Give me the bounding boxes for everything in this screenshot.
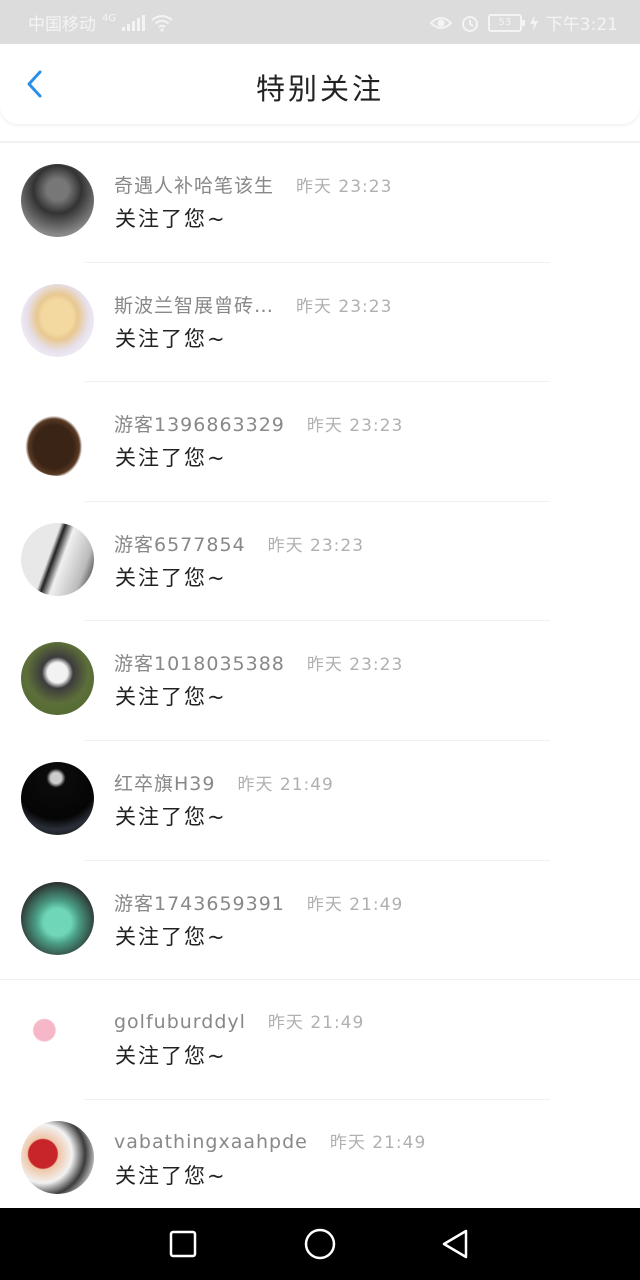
list-item[interactable]: 红卒旗H39 昨天 21:49 关注了您~ xyxy=(0,741,640,861)
avatar[interactable] xyxy=(21,403,94,477)
timestamp: 昨天 23:23 xyxy=(306,416,404,437)
avatar[interactable] xyxy=(21,1001,94,1075)
timestamp: 昨天 23:23 xyxy=(267,535,365,556)
carrier-label: 中国移动 xyxy=(28,15,96,35)
message-text: 关注了您~ xyxy=(115,804,227,829)
user-name[interactable]: 红卒旗H39 xyxy=(114,769,215,796)
user-name[interactable]: 奇遇人补哈笔该生 xyxy=(114,171,274,198)
status-left: 中国移动 4G xyxy=(28,10,173,35)
message-text: 关注了您~ xyxy=(115,924,227,949)
avatar[interactable] xyxy=(21,522,94,596)
timestamp: 昨天 23:23 xyxy=(306,655,404,676)
home-button[interactable] xyxy=(302,1226,338,1262)
name-line: 奇遇人补哈笔该生 昨天 23:23 xyxy=(114,171,392,198)
name-line: 红卒旗H39 昨天 21:49 xyxy=(114,769,334,796)
user-name[interactable]: vabathingxaahpde xyxy=(114,1131,308,1153)
name-line: vabathingxaahpde 昨天 21:49 xyxy=(114,1128,426,1153)
message-text: 关注了您~ xyxy=(115,685,227,710)
list-item[interactable]: 游客1396863329 昨天 23:23 关注了您~ xyxy=(0,382,640,502)
timestamp: 昨天 21:49 xyxy=(237,774,334,795)
message-text: 关注了您~ xyxy=(115,446,227,471)
triangle-back-icon xyxy=(442,1229,468,1259)
name-line: golfuburddyl 昨天 21:49 xyxy=(114,1008,364,1033)
timestamp: 昨天 23:23 xyxy=(296,177,393,197)
list-item[interactable]: vabathingxaahpde 昨天 21:49 关注了您~ xyxy=(0,1100,640,1220)
name-line: 游客1396863329 昨天 23:23 xyxy=(114,410,403,437)
signal-icon xyxy=(122,14,146,31)
user-name[interactable]: 游客1743659391 xyxy=(114,889,285,916)
list-item[interactable]: 游客1743659391 昨天 21:49 关注了您~ xyxy=(0,861,640,981)
avatar[interactable] xyxy=(21,1120,94,1194)
avatar[interactable] xyxy=(21,761,94,835)
name-line: 游客1743659391 昨天 21:49 xyxy=(114,889,403,916)
wifi-icon xyxy=(151,14,173,32)
avatar[interactable] xyxy=(21,881,94,955)
list-item[interactable]: 游客6577854 昨天 23:23 关注了您~ xyxy=(0,502,640,622)
timestamp: 昨天 21:49 xyxy=(329,1132,427,1153)
list-item[interactable]: 斯波兰智展曾砖… 昨天 23:23 关注了您~ xyxy=(0,263,640,383)
user-name[interactable]: 游客1396863329 xyxy=(114,410,285,437)
avatar[interactable] xyxy=(21,642,94,716)
list-item[interactable]: 游客1018035388 昨天 23:23 关注了您~ xyxy=(0,621,640,741)
timestamp: 昨天 21:49 xyxy=(306,894,404,915)
back-nav-button[interactable] xyxy=(438,1226,474,1262)
circle-icon xyxy=(304,1228,336,1260)
user-name[interactable]: 游客6577854 xyxy=(114,530,246,557)
header: 特别关注 xyxy=(0,44,640,124)
message-text: 关注了您~ xyxy=(115,1044,227,1069)
charging-icon xyxy=(529,14,538,31)
navigation-bar xyxy=(0,1208,640,1280)
page-title: 特别关注 xyxy=(255,72,384,106)
square-icon xyxy=(169,1230,197,1258)
name-line: 斯波兰智展曾砖… 昨天 23:23 xyxy=(114,291,392,318)
list-item[interactable]: 奇遇人补哈笔该生 昨天 23:23 关注了您~ xyxy=(0,143,640,263)
eye-icon xyxy=(429,16,452,29)
notification-list: 奇遇人补哈笔该生 昨天 23:23 关注了您~ 斯波兰智展曾砖… 昨天 23:2… xyxy=(0,143,640,1219)
user-name[interactable]: golfuburddyl xyxy=(114,1011,246,1033)
timestamp: 昨天 23:23 xyxy=(296,296,393,317)
message-text: 关注了您~ xyxy=(115,207,227,231)
network-label: 4G xyxy=(102,13,117,24)
message-text: 关注了您~ xyxy=(115,1163,227,1188)
list-item[interactable]: golfuburddyl 昨天 21:49 关注了您~ xyxy=(0,980,640,1100)
user-name[interactable]: 游客1018035388 xyxy=(114,649,285,676)
alarm-icon xyxy=(461,15,478,32)
status-bar: 中国移动 4G 53 下午3:21 xyxy=(0,0,640,44)
avatar[interactable] xyxy=(21,164,94,237)
clock-label: 下午3:21 xyxy=(545,15,618,35)
message-text: 关注了您~ xyxy=(115,326,227,351)
recent-apps-button[interactable] xyxy=(165,1226,201,1262)
name-line: 游客6577854 昨天 23:23 xyxy=(114,530,364,557)
status-right: 53 下午3:21 xyxy=(429,10,618,35)
name-line: 游客1018035388 昨天 23:23 xyxy=(114,649,403,676)
battery-icon: 53 xyxy=(487,13,525,32)
user-name[interactable]: 斯波兰智展曾砖… xyxy=(114,291,274,318)
avatar[interactable] xyxy=(21,283,94,357)
message-text: 关注了您~ xyxy=(115,565,227,590)
timestamp: 昨天 21:49 xyxy=(267,1013,365,1034)
battery-level: 53 xyxy=(498,16,512,28)
